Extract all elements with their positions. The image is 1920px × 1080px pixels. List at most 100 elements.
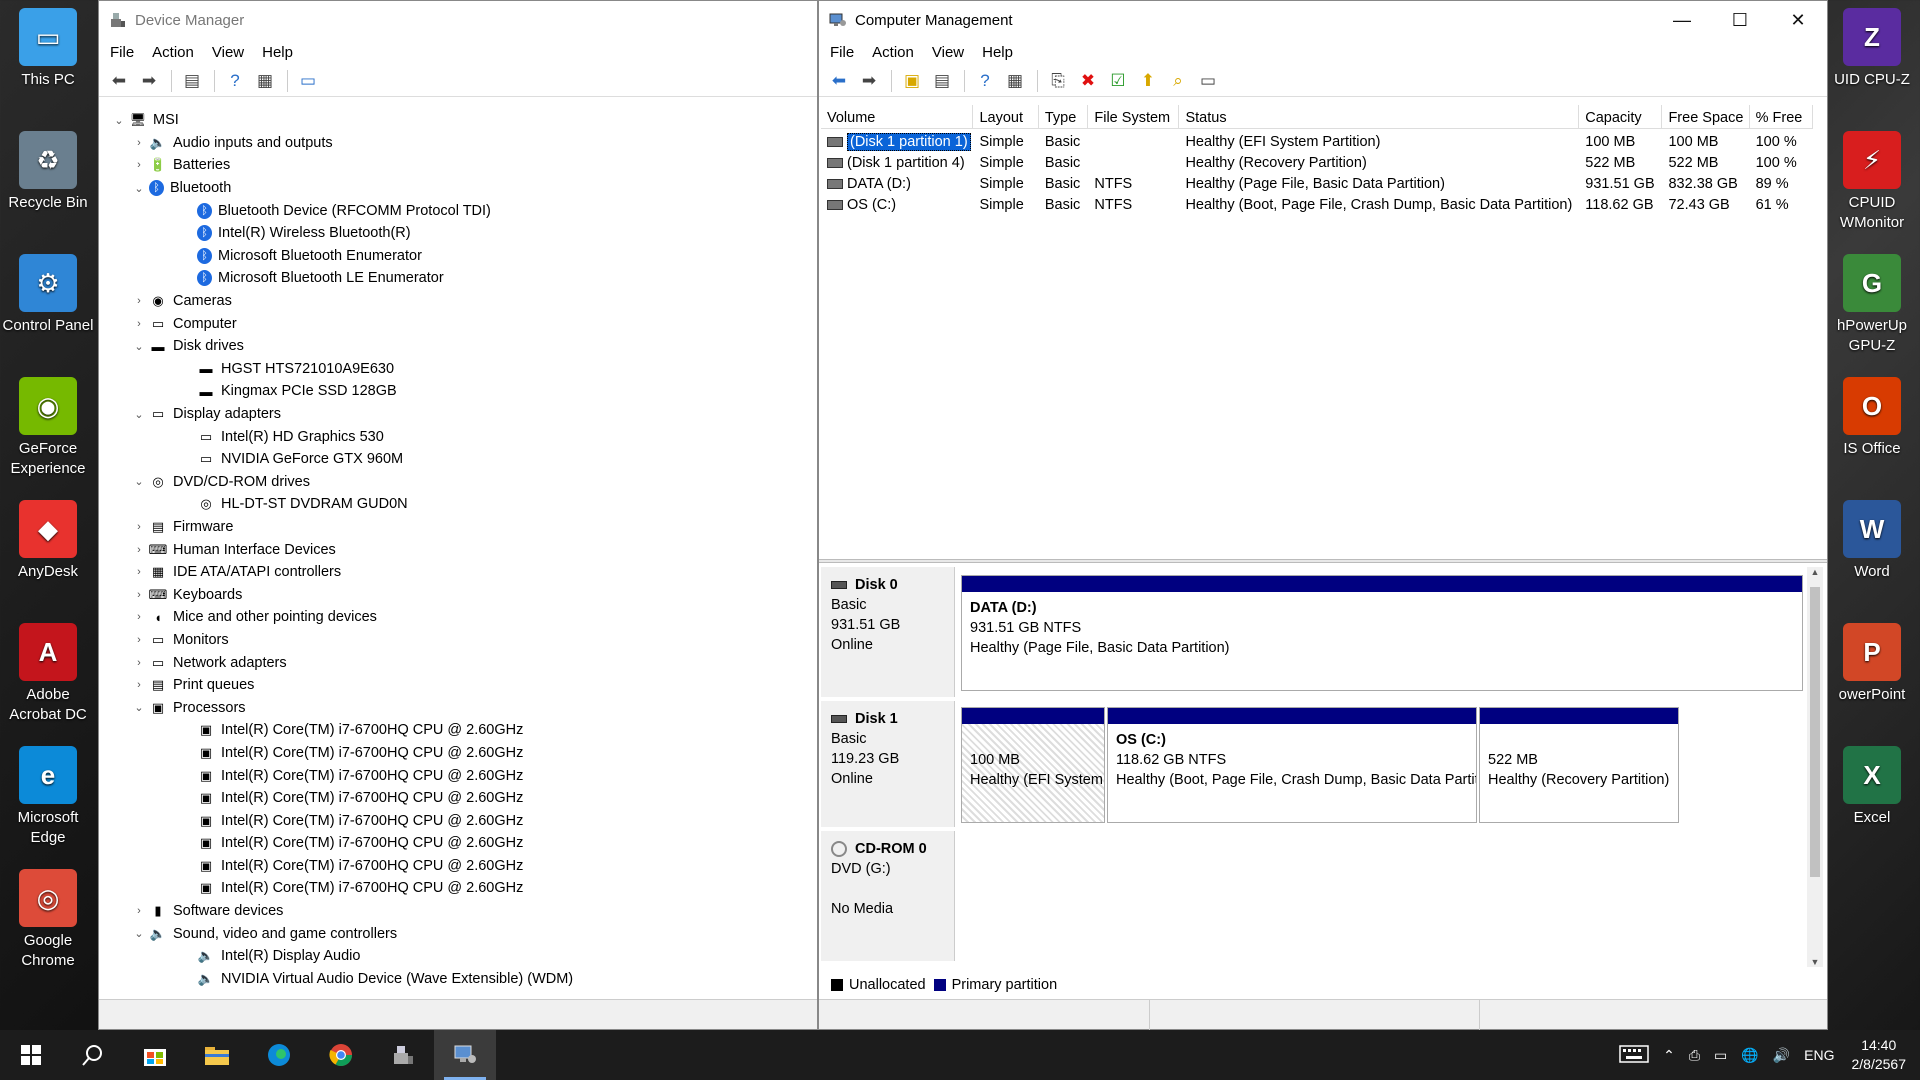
chevron-right-icon[interactable]: › — [129, 634, 149, 646]
partition-os-c[interactable]: OS (C:) 118.62 GB NTFS Healthy (Boot, Pa… — [1107, 707, 1477, 823]
tree-device[interactable]: ▬ HGST HTS721010A9E630 — [107, 358, 817, 381]
tree-device[interactable]: ᛒ Bluetooth Device (RFCOMM Protocol TDI) — [107, 199, 817, 222]
show-hide-icon[interactable]: ▦ — [251, 68, 279, 94]
cm-menu-help[interactable]: Help — [973, 44, 1022, 61]
tree-device[interactable]: ▭ NVIDIA GeForce GTX 960M — [107, 448, 817, 471]
chevron-right-icon[interactable]: › — [129, 657, 149, 669]
taskbar-store[interactable] — [124, 1030, 186, 1080]
back-arrow-icon[interactable]: ⬅ — [105, 68, 133, 94]
chevron-right-icon[interactable]: › — [129, 137, 149, 149]
help-icon[interactable]: ? — [221, 68, 249, 94]
left-desktop-icon-6[interactable]: e Microsoft Edge — [0, 738, 96, 848]
checklist-icon[interactable]: ☑ — [1104, 68, 1132, 94]
touch-keyboard-icon[interactable] — [1612, 1044, 1656, 1067]
tree-category[interactable]: › ⌨ Keyboards — [107, 583, 817, 606]
chevron-down-icon[interactable]: ⌄ — [129, 408, 149, 421]
tree-device[interactable]: 🔈Realtek High Definition Audio — [107, 990, 817, 993]
settings-window-icon[interactable]: ▭ — [1194, 68, 1222, 94]
left-desktop-icon-5[interactable]: A Adobe Acrobat DC — [0, 615, 96, 725]
partition-recovery[interactable]: 522 MB Healthy (Recovery Partition) — [1479, 707, 1679, 823]
tree-category[interactable]: › ▦ IDE ATA/ATAPI controllers — [107, 561, 817, 584]
tree-device[interactable]: 🔈 NVIDIA Virtual Audio Device (Wave Exten… — [107, 968, 817, 991]
chevron-right-icon[interactable]: › — [129, 611, 149, 623]
taskbar-chrome[interactable] — [310, 1030, 372, 1080]
col-layout[interactable]: Layout — [973, 105, 1039, 128]
pane-splitter[interactable] — [819, 559, 1827, 563]
tree-device[interactable]: 🔈 Intel(R) Display Audio — [107, 945, 817, 968]
tree-category[interactable]: › ▤ Firmware — [107, 516, 817, 539]
tree-root[interactable]: ⌄ 🖥 MSI — [107, 109, 817, 132]
taskbar-computer-management[interactable] — [434, 1030, 496, 1080]
col-volume[interactable]: Volume — [821, 105, 974, 128]
dm-menu-view[interactable]: View — [203, 44, 253, 61]
chevron-right-icon[interactable]: › — [129, 679, 149, 691]
tree-device[interactable]: ▬ Kingmax PCIe SSD 128GB — [107, 380, 817, 403]
left-desktop-icon-4[interactable]: ◆ AnyDesk — [0, 492, 96, 582]
tree-category[interactable]: › ▭ Network adapters — [107, 651, 817, 674]
col-file-system[interactable]: File System — [1088, 105, 1180, 128]
tree-device[interactable]: ᛒ Intel(R) Wireless Bluetooth(R) — [107, 222, 817, 245]
volume-row[interactable]: (Disk 1 partition 4) Simple Basic Healthy (… — [821, 152, 1813, 173]
export-up-icon[interactable]: ⬆ — [1134, 68, 1162, 94]
chevron-down-icon[interactable]: ⌄ — [129, 340, 149, 353]
tree-device[interactable]: ᛒ Microsoft Bluetooth Enumerator — [107, 245, 817, 268]
chevron-up-icon[interactable]: ⌃ — [1656, 1047, 1682, 1064]
left-desktop-icon-1[interactable]: ♻ Recycle Bin — [0, 123, 96, 213]
delete-icon[interactable]: ✖ — [1074, 68, 1102, 94]
col-free-space[interactable]: Free Space — [1662, 105, 1750, 128]
tree-device[interactable]: ▣ Intel(R) Core(TM) i7-6700HQ CPU @ 2.60G… — [107, 787, 817, 810]
tree-category[interactable]: › ▤ Print queues — [107, 674, 817, 697]
chevron-right-icon[interactable]: › — [129, 159, 149, 171]
tree-device[interactable]: ▣ Intel(R) Core(TM) i7-6700HQ CPU @ 2.60G… — [107, 742, 817, 765]
tree-category[interactable]: › ▭ Computer — [107, 312, 817, 335]
device-manager-titlebar[interactable]: Device Manager — [99, 1, 817, 39]
language-indicator[interactable]: ENG — [1797, 1047, 1841, 1063]
tree-device[interactable]: ▭ Intel(R) HD Graphics 530 — [107, 425, 817, 448]
search-folder-icon[interactable]: ⌕ — [1164, 68, 1192, 94]
clock[interactable]: 14:40 2/8/2567 — [1842, 1036, 1920, 1074]
chevron-down-icon[interactable]: ⌄ — [129, 182, 149, 195]
chevron-right-icon[interactable]: › — [129, 905, 149, 917]
dm-menu-help[interactable]: Help — [253, 44, 302, 61]
chevron-right-icon[interactable]: › — [129, 566, 149, 578]
tree-category[interactable]: › ▭ Monitors — [107, 629, 817, 652]
chevron-right-icon[interactable]: › — [129, 521, 149, 533]
tree-category[interactable]: ⌄ ◎ DVD/CD-ROM drives — [107, 471, 817, 494]
left-desktop-icon-3[interactable]: ◉ GeForce Experience — [0, 369, 96, 479]
volume-row[interactable]: OS (C:) Simple Basic NTFS Healthy (Boot, Pag… — [821, 194, 1813, 215]
chevron-right-icon[interactable]: › — [129, 318, 149, 330]
left-desktop-icon-2[interactable]: ⚙ Control Panel — [0, 246, 96, 336]
tree-category[interactable]: ⌄ 🔈 Sound, video and game controllers — [107, 922, 817, 945]
col-capacity[interactable]: Capacity — [1579, 105, 1663, 128]
col-percent-free[interactable]: % Free — [1750, 105, 1813, 128]
tree-device[interactable]: ▣ Intel(R) Core(TM) i7-6700HQ CPU @ 2.60G… — [107, 832, 817, 855]
properties-window-icon[interactable]: ▤ — [178, 68, 206, 94]
computer-management-titlebar[interactable]: Computer Management — ☐ ✕ — [819, 1, 1827, 39]
cm-menu-action[interactable]: Action — [863, 44, 923, 61]
chevron-right-icon[interactable]: › — [129, 295, 149, 307]
show-hide-tree-icon[interactable]: ▤ — [928, 68, 956, 94]
tree-category[interactable]: ⌄ ▣ Processors — [107, 696, 817, 719]
search-button[interactable] — [62, 1030, 124, 1080]
tree-device[interactable]: ▣ Intel(R) Core(TM) i7-6700HQ CPU @ 2.60G… — [107, 809, 817, 832]
left-desktop-icon-0[interactable]: ▭ This PC — [0, 0, 96, 90]
close-button[interactable]: ✕ — [1769, 1, 1827, 39]
volume-row[interactable]: (Disk 1 partition 1) Simple Basic Healthy (… — [821, 131, 1813, 152]
minimize-button[interactable]: — — [1653, 1, 1711, 39]
connect-icon[interactable]: ⎘ — [1044, 68, 1072, 94]
taskbar-file-explorer[interactable] — [186, 1030, 248, 1080]
scan-hardware-icon[interactable]: ▭ — [294, 68, 322, 94]
chevron-down-icon[interactable]: ⌄ — [129, 701, 149, 714]
up-folder-icon[interactable]: ▣ — [898, 68, 926, 94]
disk-1-label[interactable]: Disk 1 Basic 119.23 GB Online — [821, 701, 955, 827]
tree-category[interactable]: › 🔋 Batteries — [107, 154, 817, 177]
cdrom-0-label[interactable]: CD-ROM 0 DVD (G:) No Media — [821, 831, 955, 961]
tree-category[interactable]: › 🔈 Audio inputs and outputs — [107, 132, 817, 155]
col-type[interactable]: Type — [1039, 105, 1089, 128]
cm-menu-file[interactable]: File — [821, 44, 863, 61]
col-status[interactable]: Status — [1179, 105, 1580, 128]
forward-arrow-icon[interactable]: ➡ — [135, 68, 163, 94]
tree-category[interactable]: ⌄ ᛒ Bluetooth — [107, 177, 817, 200]
back-arrow-icon[interactable]: ⬅ — [825, 68, 853, 94]
chevron-right-icon[interactable]: › — [129, 589, 149, 601]
